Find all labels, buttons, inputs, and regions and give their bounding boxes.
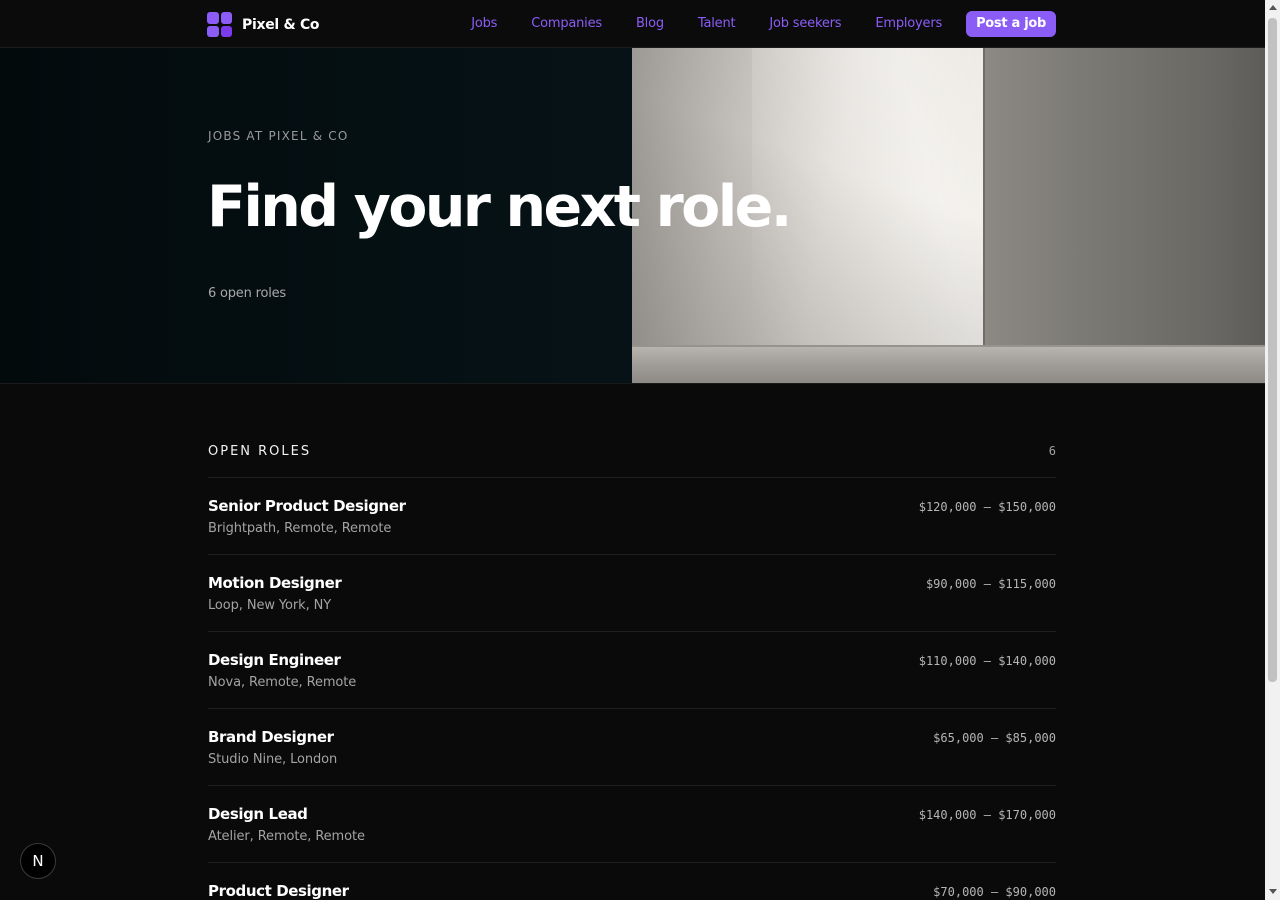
roles-heading: OPEN ROLES: [208, 443, 312, 459]
hero: JOBS AT PIXEL & CO Find your next role. …: [0, 48, 1265, 384]
scroll-down-arrow-icon[interactable]: [1269, 889, 1277, 894]
role-salary: $70,000 – $90,000: [933, 885, 1056, 899]
open-roles-section: OPEN ROLES 6 Senior Product Designer Bri…: [208, 437, 1056, 900]
role-row[interactable]: Product Designer $70,000 – $90,000: [208, 863, 1056, 900]
role-title: Motion Designer: [208, 574, 342, 592]
role-row[interactable]: Senior Product Designer Brightpath, Remo…: [208, 478, 1056, 555]
open-roles-count: 6 open roles: [208, 286, 286, 301]
role-row[interactable]: Design Engineer Nova, Remote, Remote $11…: [208, 632, 1056, 709]
post-job-button[interactable]: Post a job: [966, 11, 1056, 37]
scrollbar-thumb[interactable]: [1268, 18, 1277, 682]
role-row[interactable]: Brand Designer Studio Nine, London $65,0…: [208, 709, 1056, 786]
role-salary: $65,000 – $85,000: [933, 731, 1056, 745]
nav-link-companies[interactable]: Companies: [531, 11, 602, 37]
role-title: Brand Designer: [208, 728, 334, 746]
nav-link-blog[interactable]: Blog: [636, 11, 664, 37]
role-meta: Loop, New York, NY: [208, 598, 332, 613]
hero-eyebrow: JOBS AT PIXEL & CO: [208, 129, 349, 143]
role-salary: $120,000 – $150,000: [918, 500, 1056, 514]
page-scrollbar[interactable]: [1265, 0, 1280, 900]
role-title: Product Designer: [208, 882, 349, 900]
role-meta: Atelier, Remote, Remote: [208, 829, 365, 844]
nav-link-jobs[interactable]: Jobs: [471, 11, 497, 37]
role-title: Design Lead: [208, 805, 308, 823]
nav-link-employers[interactable]: Employers: [875, 11, 942, 37]
role-salary: $140,000 – $170,000: [918, 808, 1056, 822]
brand-name: Pixel & Co: [242, 16, 320, 33]
role-meta: Nova, Remote, Remote: [208, 675, 357, 690]
nav-link-job-seekers[interactable]: Job seekers: [769, 11, 841, 37]
role-meta: Brightpath, Remote, Remote: [208, 521, 392, 536]
role-meta: Studio Nine, London: [208, 752, 338, 767]
roles-header: OPEN ROLES 6: [208, 437, 1056, 478]
brand-link[interactable]: Pixel & Co: [207, 12, 320, 37]
role-salary: $110,000 – $140,000: [918, 654, 1056, 668]
top-nav: Pixel & Co Jobs Companies Blog Talent Jo…: [0, 0, 1265, 48]
role-row[interactable]: Design Lead Atelier, Remote, Remote $140…: [208, 786, 1056, 863]
page-title: Find your next role.: [207, 174, 792, 240]
role-row[interactable]: Motion Designer Loop, New York, NY $90,0…: [208, 555, 1056, 632]
nav-link-talent[interactable]: Talent: [698, 11, 736, 37]
role-title: Senior Product Designer: [208, 497, 406, 515]
role-salary: $90,000 – $115,000: [925, 577, 1056, 591]
logo-icon: [207, 12, 232, 37]
role-title: Design Engineer: [208, 651, 341, 669]
roles-count: 6: [1048, 444, 1056, 458]
dev-tools-badge[interactable]: N: [20, 843, 56, 879]
scroll-up-arrow-icon[interactable]: [1269, 5, 1277, 10]
nav-links: Jobs Companies Blog Talent Job seekers E…: [437, 11, 1056, 37]
